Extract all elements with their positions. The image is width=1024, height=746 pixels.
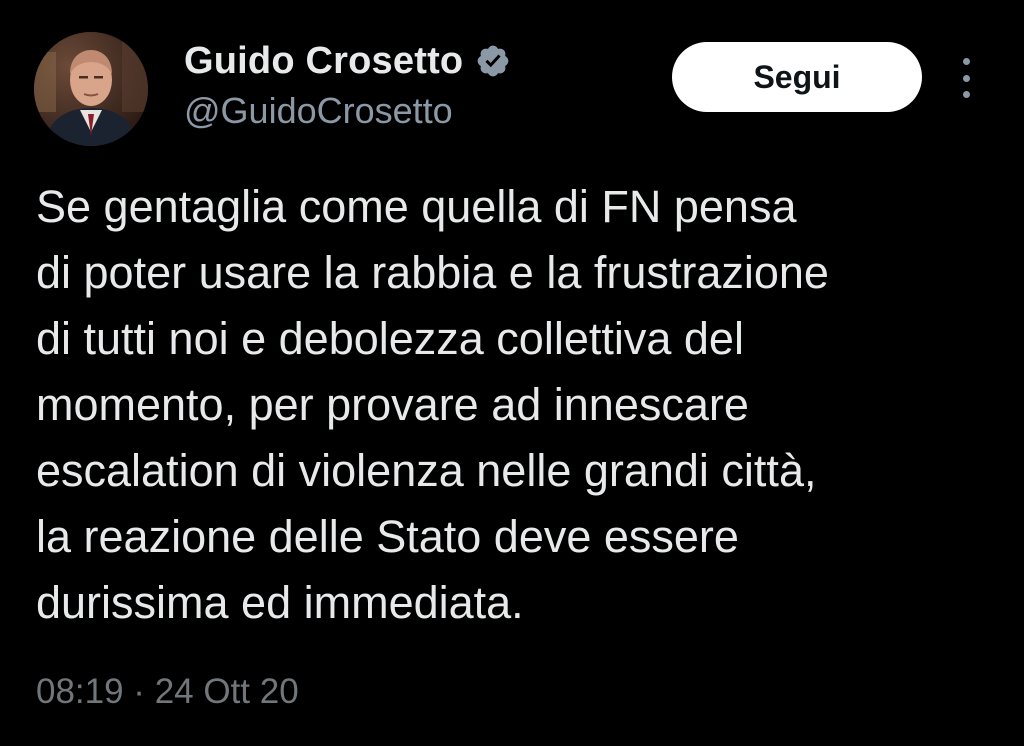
tweet-text-line: Se gentaglia come quella di FN pensa: [36, 181, 797, 232]
avatar[interactable]: [34, 32, 148, 146]
tweet-text-line: escalation di violenza nelle grandi citt…: [36, 445, 817, 496]
tweet-text-line: di poter usare la rabbia e la frustrazio…: [36, 247, 829, 298]
tweet-text-line: la reazione delle Stato deve essere: [36, 511, 739, 562]
author-display-name[interactable]: Guido Crosetto: [184, 40, 463, 83]
author-handle[interactable]: @GuidoCrosetto: [184, 90, 453, 132]
avatar-photo: [34, 32, 148, 146]
more-vertical-icon[interactable]: [956, 58, 976, 98]
verified-badge-icon: [477, 45, 509, 77]
tweet-text-line: durissima ed immediata.: [36, 577, 524, 628]
tweet-text-line: di tutti noi e debolezza collettiva del: [36, 313, 744, 364]
author-name-row: Guido Crosetto: [184, 38, 511, 84]
more-dot: [962, 91, 970, 98]
tweet-text-line: momento, per provare ad innescare: [36, 379, 749, 430]
more-dot: [962, 74, 970, 82]
tweet-text: Se gentaglia come quella di FN pensa di …: [36, 174, 996, 636]
follow-button[interactable]: Segui: [672, 42, 922, 112]
tweet-timestamp[interactable]: 08:19 · 24 Ott 20: [36, 672, 299, 712]
more-dot: [962, 58, 970, 65]
tweet-card: Guido Crosetto @GuidoCrosetto Segui Se g…: [0, 0, 1024, 746]
